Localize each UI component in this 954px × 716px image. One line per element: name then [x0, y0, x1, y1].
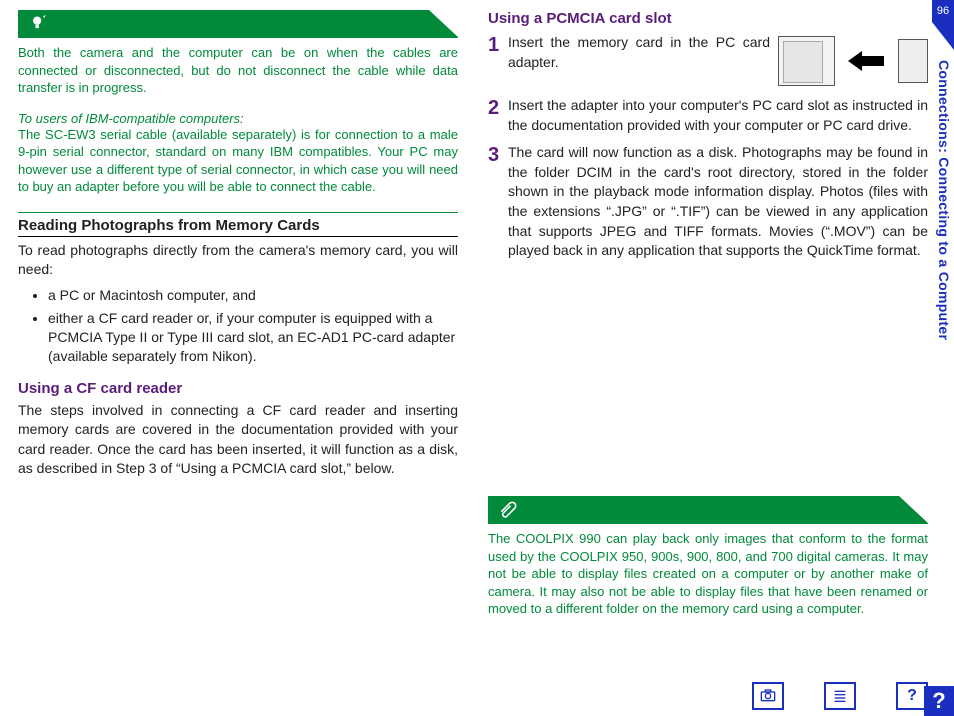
question-icon: ?	[907, 687, 917, 705]
bottom-nav: ?	[752, 682, 928, 710]
nav-camera-button[interactable]	[752, 682, 784, 710]
step-text: Insert the memory card in the PC card ad…	[508, 33, 778, 88]
adapter-figure	[778, 33, 928, 88]
cf-heading: Using a CF card reader	[18, 380, 458, 397]
step-number: 3	[488, 143, 508, 261]
right-column: Using a PCMCIA card slot 1 Insert the me…	[488, 10, 928, 670]
cf-body: The steps involved in connecting a CF ca…	[18, 401, 458, 479]
pc-card-adapter-icon	[778, 36, 835, 86]
list-item: a PC or Macintosh computer, and	[48, 286, 458, 305]
memory-card-icon	[898, 39, 928, 83]
tip-text: Both the camera and the computer can be …	[18, 44, 458, 97]
step-text: Insert the adapter into your computer's …	[508, 96, 928, 135]
corner-triangle-icon	[932, 22, 954, 50]
list-icon	[831, 688, 849, 704]
ibm-body: The SC-EW3 serial cable (available separ…	[18, 126, 458, 196]
note-text: The COOLPIX 990 can play back only image…	[488, 530, 928, 618]
list-item: either a CF card reader or, if your comp…	[48, 309, 458, 366]
note-bar	[488, 496, 928, 524]
nav-contents-button[interactable]	[824, 682, 856, 710]
step-3: 3 The card will now function as a disk. …	[488, 143, 928, 261]
step-1: 1 Insert the memory card in the PC card …	[488, 33, 928, 88]
page-number: 96	[932, 0, 954, 22]
tip-bar	[18, 10, 458, 38]
step-text: The card will now function as a disk. Ph…	[508, 143, 928, 261]
section-side-label: Connections: Connecting to a Computer	[936, 60, 952, 340]
pcmcia-heading: Using a PCMCIA card slot	[488, 10, 928, 27]
left-column: Both the camera and the computer can be …	[18, 10, 458, 670]
arrow-left-icon	[848, 51, 862, 71]
step-number: 2	[488, 96, 508, 135]
reading-intro: To read photographs directly from the ca…	[18, 241, 458, 280]
camera-icon	[759, 688, 777, 704]
ibm-heading: To users of IBM-compatible computers:	[18, 111, 458, 126]
corner-help-button[interactable]: ?	[924, 686, 954, 716]
step-2: 2 Insert the adapter into your computer'…	[488, 96, 928, 135]
step-number: 1	[488, 33, 508, 88]
requirements-list: a PC or Macintosh computer, and either a…	[48, 286, 458, 366]
lightbulb-icon	[28, 14, 48, 34]
paperclip-icon	[498, 500, 518, 520]
question-icon: ?	[932, 688, 945, 714]
reading-heading: Reading Photographs from Memory Cards	[18, 212, 458, 237]
